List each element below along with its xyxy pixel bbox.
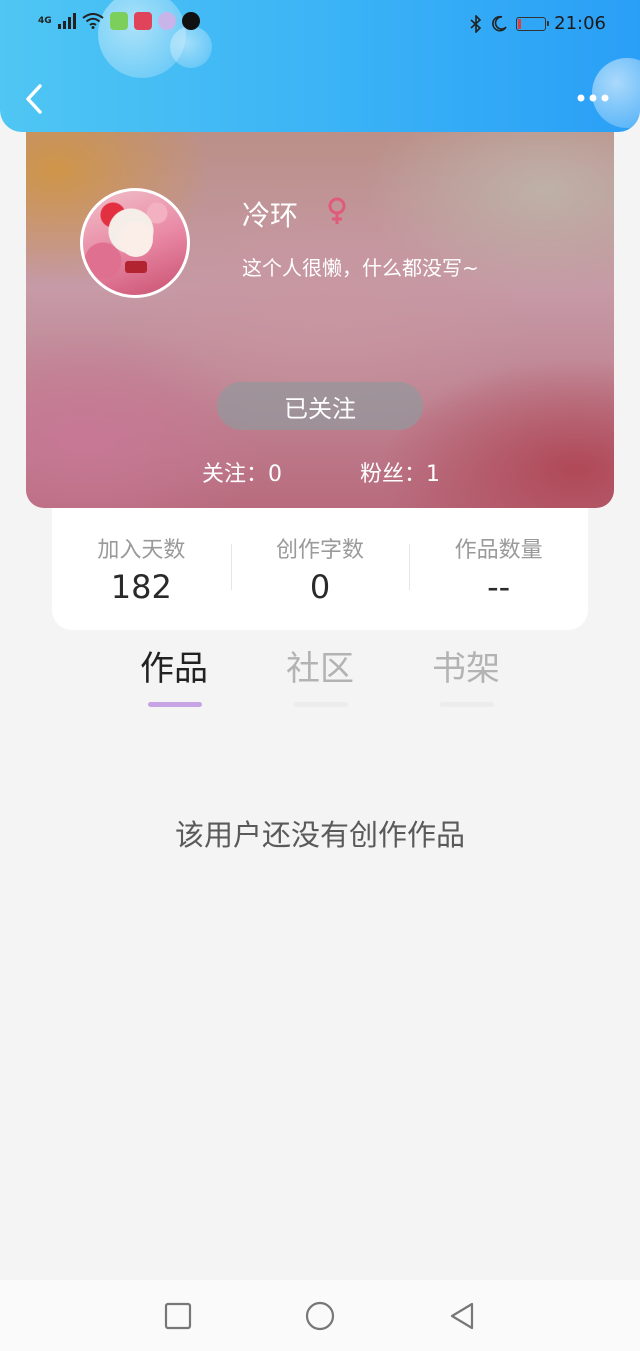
tab-label: 书架 [432,649,500,689]
stat-word-count: 创作字数 0 [230,508,410,630]
chevron-left-icon [26,84,42,114]
profile-card: 冷环 这个人很懒，什么都没写~ 已关注 关注：0 粉丝：1 [26,110,614,508]
battery-icon [516,16,550,31]
battery-level [518,18,522,29]
wifi-icon [82,13,104,29]
stat-value: -- [487,568,511,606]
follow-button[interactable]: 已关注 [217,382,423,430]
moon-icon [492,15,507,31]
tiktok-icon [181,12,200,30]
user-name: 冷环 [242,199,299,232]
empty-state-message: 该用户还没有创作作品 [174,818,465,852]
purple-app-icon [157,12,176,30]
followers-count[interactable]: 粉丝：1 [360,456,440,488]
stat-value: 0 [309,568,331,606]
avatar[interactable] [80,188,190,298]
tab-indicator [148,702,202,707]
tab-community[interactable]: 社区 [260,640,380,707]
back-nav-button[interactable] [446,1300,478,1332]
stat-label: 创作字数 [276,538,365,563]
tab-bookshelf[interactable]: 书架 [406,640,526,707]
user-bio: 这个人很懒，什么都没写~ [242,256,479,280]
bluetooth-icon [470,14,482,33]
tab-label: 社区 [286,649,354,689]
stat-label: 作品数量 [454,538,543,563]
avatar-bow [125,261,147,273]
tab-label: 作品 [140,649,208,689]
back-button[interactable] [22,82,52,116]
home-button[interactable] [304,1300,336,1332]
stat-join-days: 加入天数 182 [52,508,231,630]
system-nav-bar [0,1280,640,1351]
stats-card: 加入天数 182 创作字数 0 作品数量 -- [52,508,588,630]
top-header: 4G 21:06 [0,0,640,132]
following-count[interactable]: 关注：0 [202,456,282,488]
stat-value: 182 [110,568,172,606]
avatar-face [119,221,153,257]
wechat-icon [109,12,128,30]
stat-label: 加入天数 [97,538,186,563]
tab-bar: 作品 社区 书架 [0,640,640,720]
signal-icon [57,13,76,29]
female-icon [328,197,346,224]
status-bar: 4G 21:06 [0,0,640,50]
stat-works-count: 作品数量 -- [409,508,588,630]
tab-indicator [440,702,494,707]
more-dots-icon [577,94,609,102]
more-button[interactable] [576,88,610,108]
recent-apps-button[interactable] [162,1300,194,1332]
network-label: 4G [38,16,52,26]
red-app-icon [133,12,152,30]
tab-works[interactable]: 作品 [114,640,234,707]
clock: 21:06 [554,13,606,34]
tab-indicator [294,702,348,707]
